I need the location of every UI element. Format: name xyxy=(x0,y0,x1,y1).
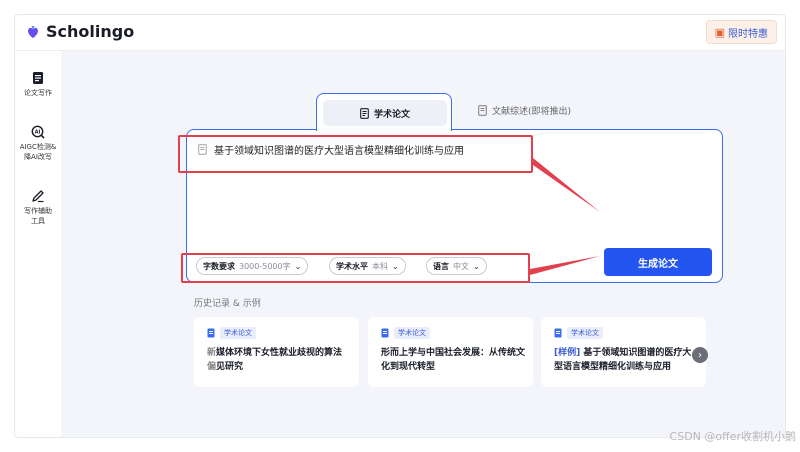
document-icon xyxy=(554,328,562,338)
watermark: CSDN @offer收割机小鹅 xyxy=(669,430,796,443)
annotation-arrow-1 xyxy=(533,158,600,212)
history-badge: 学术论文 xyxy=(567,327,603,339)
document-icon xyxy=(381,328,389,338)
history-card-text: 新媒体环境下女性就业歧视的算法 偏见研究 xyxy=(207,348,343,372)
history-badge: 学术论文 xyxy=(220,327,256,339)
history-card[interactable]: 学术论文 新媒体环境下女性就业歧视的算法 偏见研究 xyxy=(194,317,359,387)
document-icon xyxy=(207,328,215,338)
history-badge: 学术论文 xyxy=(394,327,430,339)
annotation-arrow-2 xyxy=(530,256,600,275)
history-card-text: 形而上学与中国社会发展：从传统文化到现代转型 xyxy=(381,348,526,372)
history-card[interactable]: 学术论文 形而上学与中国社会发展：从传统文化到现代转型 xyxy=(368,317,533,387)
chevron-right-icon[interactable]: › xyxy=(692,347,708,363)
history-card-text: [样例] 基于领域知识图谱的医疗大型语言模型精细化训练与应用 xyxy=(554,348,692,372)
history-title: 历史记录 & 示例 xyxy=(194,299,261,309)
history-card[interactable]: 学术论文 [样例] 基于领域知识图谱的医疗大型语言模型精细化训练与应用 xyxy=(541,317,706,387)
